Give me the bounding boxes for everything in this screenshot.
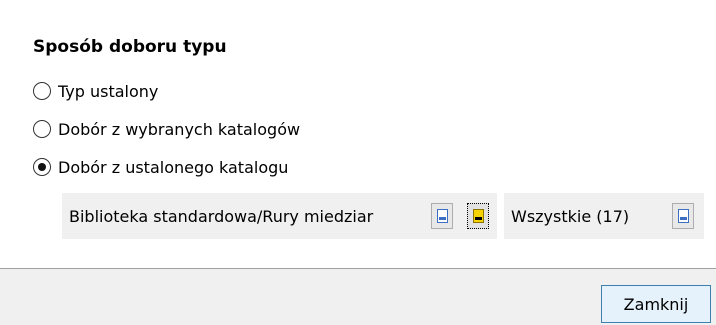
- radio-label: Dobór z wybranych katalogów: [58, 119, 301, 139]
- close-button[interactable]: Zamknij: [601, 285, 711, 323]
- radio-button[interactable]: [33, 82, 51, 100]
- open-catalog-button[interactable]: [431, 203, 453, 229]
- group-title: Sposób doboru typu: [33, 37, 227, 57]
- catalog-selector-row: Biblioteka standardowa/Rury miedziar Wsz…: [62, 193, 704, 239]
- radio-option-fixed-catalog[interactable]: Dobór z ustalonego katalogu: [33, 155, 288, 179]
- catalog-path-value: Biblioteka standardowa/Rury miedziar: [69, 206, 374, 226]
- catalog-path-field[interactable]: Biblioteka standardowa/Rury miedziar: [62, 193, 497, 239]
- document-blue-icon: [677, 209, 689, 223]
- radio-label: Dobór z ustalonego katalogu: [58, 157, 289, 177]
- radio-button[interactable]: [33, 158, 51, 176]
- radio-label: Typ ustalony: [58, 81, 159, 101]
- options-panel: Sposób doboru typu Typ ustalony Dobór z …: [0, 0, 716, 268]
- radio-button[interactable]: [33, 120, 51, 138]
- document-blue-icon: [436, 209, 448, 223]
- radio-option-selected-catalogs[interactable]: Dobór z wybranych katalogów: [33, 117, 300, 141]
- catalog-filter-value: Wszystkie (17): [511, 206, 630, 226]
- document-yellow-icon: [472, 209, 484, 223]
- select-catalog-button[interactable]: [467, 203, 489, 229]
- radio-option-fixed-type[interactable]: Typ ustalony: [33, 79, 158, 103]
- open-filter-button[interactable]: [672, 203, 694, 229]
- catalog-filter-field[interactable]: Wszystkie (17): [504, 193, 704, 239]
- radio-selected-dot: [38, 163, 46, 171]
